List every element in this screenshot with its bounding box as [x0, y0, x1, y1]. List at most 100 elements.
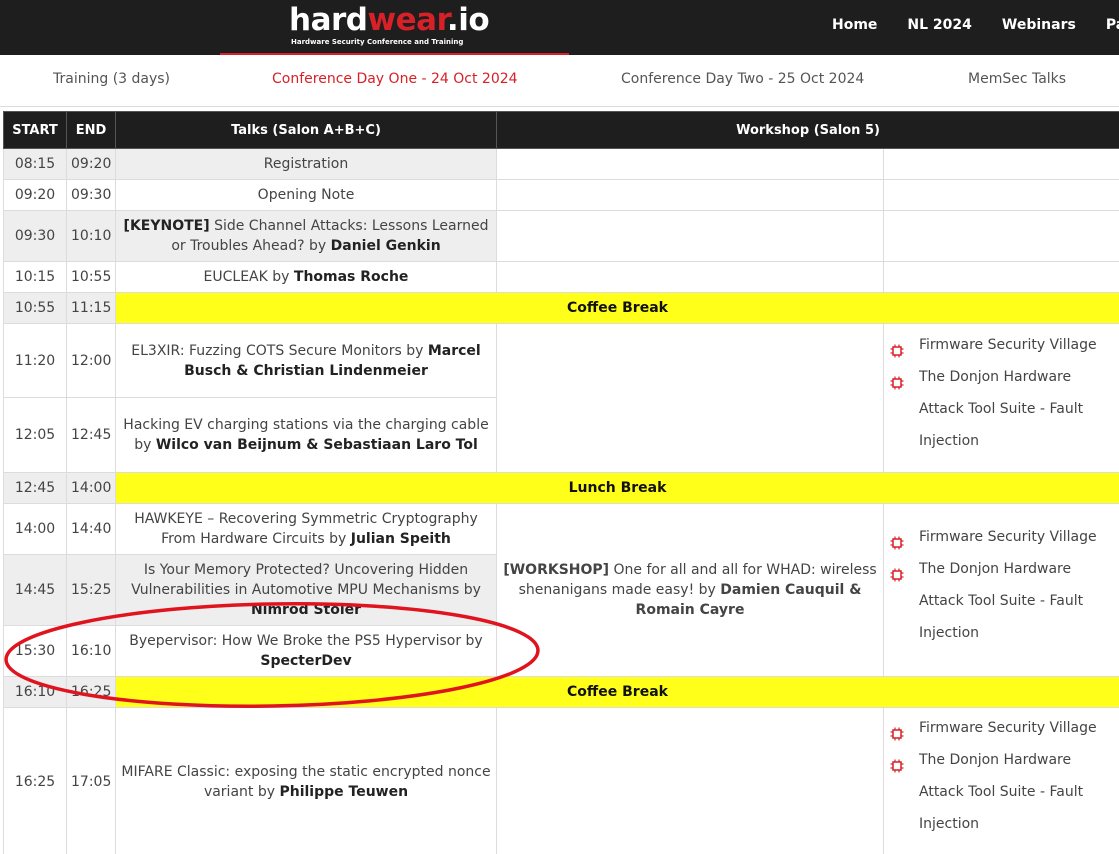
village-item[interactable]: The Donjon Hardware Attack Tool Suite - … — [890, 744, 1115, 840]
logo-tagline: Hardware Security Conference and Trainin… — [291, 38, 464, 46]
village-label: The Donjon Hardware Attack Tool Suite - … — [919, 369, 1084, 449]
village-cell — [882, 210, 1119, 262]
start-time: 10:55 — [3, 292, 67, 324]
village-cell: Firmware Security Village The Donjon Har… — [882, 323, 1119, 473]
table-row: 09:30 10:10 [KEYNOTE] Side Channel Attac… — [3, 210, 1119, 262]
village-item[interactable]: The Donjon Hardware Attack Tool Suite - … — [890, 361, 1115, 457]
talk-cell[interactable]: Hacking EV charging stations via the cha… — [115, 397, 497, 473]
end-time: 10:10 — [66, 210, 116, 262]
talk-speaker: Nimrod Stoler — [250, 602, 362, 618]
talk-cell[interactable]: MIFARE Classic: exposing the static encr… — [115, 707, 497, 854]
start-time: 14:00 — [3, 503, 67, 555]
end-time: 15:25 — [66, 554, 116, 626]
workshop-tag: [WORKSHOP] — [503, 562, 610, 578]
start-time: 15:30 — [3, 625, 67, 677]
logo-part-io: .io — [446, 2, 490, 38]
talk-speaker: Thomas Roche — [293, 269, 409, 285]
start-time: 12:45 — [3, 472, 67, 504]
workshop-cell — [496, 210, 884, 262]
start-time: 12:05 — [3, 397, 67, 473]
tab-training[interactable]: Training (3 days) — [53, 68, 170, 90]
village-cell: Firmware Security Village The Donjon Har… — [882, 503, 1119, 677]
workshop-cell — [496, 148, 884, 180]
talk-cell[interactable]: EL3XIR: Fuzzing COTS Secure Monitors by … — [115, 323, 497, 398]
nav-home[interactable]: Home — [832, 14, 877, 36]
top-navigation-bar: hardwear.io Hardware Security Conference… — [0, 0, 1119, 55]
village-label: Firmware Security Village — [919, 720, 1097, 736]
talk-cell[interactable]: Is Your Memory Protected? Uncovering Hid… — [115, 554, 497, 626]
village-label: The Donjon Hardware Attack Tool Suite - … — [919, 752, 1084, 832]
village-item[interactable]: The Donjon Hardware Attack Tool Suite - … — [890, 553, 1115, 649]
talk-title: Byepervisor: How We Broke the PS5 Hyperv… — [129, 633, 483, 649]
table-row: 11:20 12:00 EL3XIR: Fuzzing COTS Secure … — [3, 323, 1119, 473]
end-time: 14:40 — [66, 503, 116, 555]
village-label: Firmware Security Village — [919, 529, 1097, 545]
start-time: 09:20 — [3, 179, 67, 211]
talk-title: Opening Note — [115, 179, 497, 211]
chip-icon — [890, 338, 904, 358]
header-talks: Talks (Salon A+B+C) — [115, 111, 497, 149]
table-row: 10:15 10:55 EUCLEAK by Thomas Roche — [3, 261, 1119, 293]
end-time: 12:45 — [66, 397, 116, 473]
workshop-cell — [496, 261, 884, 293]
break-row: 16:10 16:25 Coffee Break — [3, 676, 1119, 708]
end-time: 17:05 — [66, 707, 116, 854]
start-time: 09:30 — [3, 210, 67, 262]
header-end: END — [66, 111, 116, 149]
table-header-row: START END Talks (Salon A+B+C) Workshop (… — [3, 111, 1119, 149]
village-cell: Firmware Security Village The Donjon Har… — [882, 707, 1119, 854]
talk-speaker: Julian Speith — [350, 531, 451, 547]
talk-cell[interactable]: HAWKEYE – Recovering Symmetric Cryptogra… — [115, 503, 497, 555]
schedule-tabs: Training (3 days) Conference Day One - 2… — [0, 55, 1119, 107]
end-time: 09:20 — [66, 148, 116, 180]
workshop-cell[interactable]: [WORKSHOP] One for all and all for WHAD:… — [496, 503, 884, 677]
workshop-cell — [496, 323, 884, 473]
header-start: START — [3, 111, 67, 149]
village-label: The Donjon Hardware Attack Tool Suite - … — [919, 561, 1084, 641]
talk-cell[interactable]: Byepervisor: How We Broke the PS5 Hyperv… — [115, 625, 497, 677]
talk-tag: [KEYNOTE] — [123, 218, 210, 234]
village-cell — [882, 261, 1119, 293]
main-nav: Home NL 2024 Webinars Past — [832, 14, 1119, 36]
start-time: 16:25 — [3, 707, 67, 854]
village-cell — [882, 179, 1119, 211]
tab-conference-day-two[interactable]: Conference Day Two - 25 Oct 2024 — [621, 68, 864, 90]
tab-conference-day-one[interactable]: Conference Day One - 24 Oct 2024 — [272, 68, 518, 90]
talk-title: Is Your Memory Protected? Uncovering Hid… — [131, 562, 481, 598]
workshop-cell — [496, 179, 884, 211]
village-item[interactable]: Firmware Security Village — [890, 521, 1115, 553]
end-time: 10:55 — [66, 261, 116, 293]
talk-cell[interactable]: EUCLEAK by Thomas Roche — [115, 261, 497, 293]
site-logo[interactable]: hardwear.io Hardware Security Conference… — [289, 2, 490, 50]
nav-past[interactable]: Past — [1106, 14, 1119, 36]
tab-memsec-talks[interactable]: MemSec Talks — [968, 68, 1066, 90]
start-time: 11:20 — [3, 323, 67, 398]
nav-webinars[interactable]: Webinars — [1002, 14, 1076, 36]
table-row: 14:00 14:40 HAWKEYE – Recovering Symmetr… — [3, 503, 1119, 677]
talk-cell[interactable]: [KEYNOTE] Side Channel Attacks: Lessons … — [115, 210, 497, 262]
village-label: Firmware Security Village — [919, 337, 1097, 353]
nav-nl-2024[interactable]: NL 2024 — [907, 14, 971, 36]
break-label: Coffee Break — [114, 676, 1119, 708]
start-time: 10:15 — [3, 261, 67, 293]
logo-part-hard: hard — [289, 2, 368, 38]
end-time: 12:00 — [66, 323, 116, 398]
end-time: 16:25 — [66, 676, 116, 708]
header-workshop: Workshop (Salon 5) — [495, 111, 1119, 149]
village-cell — [882, 148, 1119, 180]
village-item[interactable]: Firmware Security Village — [890, 712, 1115, 744]
chip-icon — [890, 562, 904, 582]
table-row: 08:15 09:20 Registration — [3, 148, 1119, 180]
chip-icon — [890, 721, 904, 741]
start-time: 08:15 — [3, 148, 67, 180]
table-row: 16:25 17:05 MIFARE Classic: exposing the… — [3, 707, 1119, 854]
break-row: 10:55 11:15 Coffee Break — [3, 292, 1119, 324]
chip-icon — [890, 370, 904, 390]
village-item[interactable]: Firmware Security Village — [890, 329, 1115, 361]
schedule-table: START END Talks (Salon A+B+C) Workshop (… — [3, 111, 1119, 854]
break-label: Coffee Break — [114, 292, 1119, 324]
talk-title: EUCLEAK by — [203, 269, 294, 285]
end-time: 11:15 — [66, 292, 116, 324]
end-time: 09:30 — [66, 179, 116, 211]
talk-speaker: Daniel Genkin — [330, 238, 441, 254]
